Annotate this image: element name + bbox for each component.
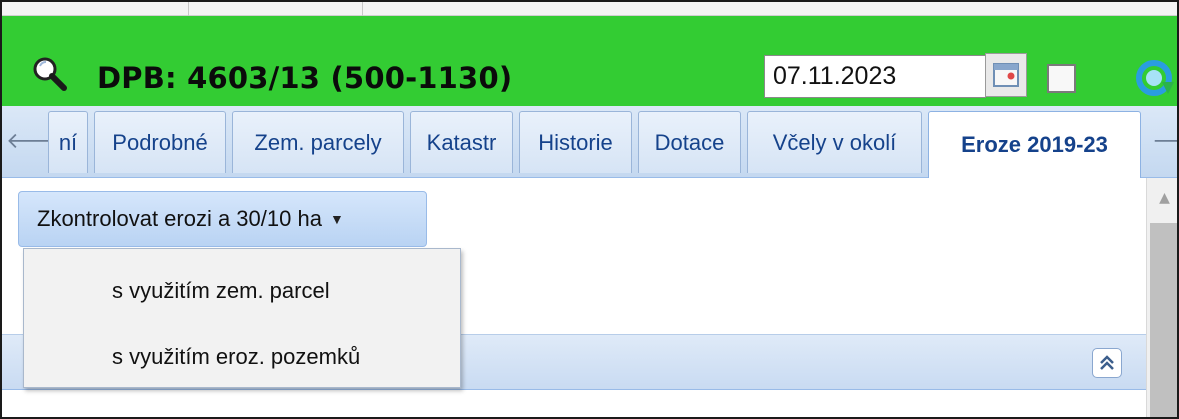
tab-podrobne[interactable]: Podrobné: [94, 111, 226, 173]
tab-label: ní: [58, 129, 78, 155]
scroll-thumb[interactable]: [1150, 223, 1177, 417]
divider: [362, 2, 363, 16]
collapse-button[interactable]: [1092, 348, 1122, 378]
search-icon[interactable]: [30, 54, 70, 94]
tab-katastr[interactable]: Katastr: [410, 111, 513, 173]
tab-label: Dotace: [654, 129, 725, 155]
tab-label: Zem. parcely: [254, 129, 382, 155]
tab-label: Eroze 2019-23: [961, 132, 1108, 157]
app-window: DPB: 4603/13 (500-1130) 🡐 ní Podrobné Ze…: [0, 0, 1179, 419]
refresh-icon[interactable]: [1132, 56, 1176, 100]
tab-historie[interactable]: Historie: [519, 111, 632, 173]
tab-bar: 🡐 ní Podrobné Zem. parcely Katastr Histo…: [2, 106, 1177, 178]
calendar-button[interactable]: [985, 53, 1027, 97]
scroll-up-icon[interactable]: ▲: [1147, 178, 1177, 218]
menu-item-label: s využitím zem. parcel: [112, 278, 330, 303]
date-input[interactable]: [765, 56, 983, 97]
arrow-left-icon[interactable]: 🡐: [6, 130, 65, 154]
dropdown-menu: s využitím zem. parcel s využitím eroz. …: [23, 248, 461, 388]
tab-dotace[interactable]: Dotace: [638, 111, 741, 173]
arrow-right-icon[interactable]: 🡒: [1152, 130, 1177, 154]
vertical-scrollbar[interactable]: ▲: [1146, 178, 1177, 417]
tab-label: Podrobné: [112, 129, 208, 155]
tab-vcely-v-okoli[interactable]: Včely v okolí: [747, 111, 922, 173]
page-title: DPB: 4603/13 (500-1130): [97, 61, 513, 95]
menu-item-eroz-pozemku[interactable]: s využitím eroz. pozemků: [24, 329, 460, 385]
filter-checkbox[interactable]: [1047, 64, 1076, 93]
tab-label: Katastr: [426, 129, 497, 155]
tab-previous-partial[interactable]: ní: [48, 111, 88, 173]
top-strip: [2, 2, 1177, 16]
menu-item-label: s využitím eroz. pozemků: [112, 344, 361, 369]
tab-label: Historie: [538, 129, 613, 155]
menu-item-zem-parcel[interactable]: s využitím zem. parcel: [24, 263, 460, 319]
header-bar: DPB: 4603/13 (500-1130): [2, 16, 1177, 106]
tab-label: Včely v okolí: [772, 129, 897, 155]
tab-eroze-2019-23[interactable]: Eroze 2019-23: [928, 111, 1141, 178]
caret-down-icon: ▼: [329, 211, 344, 227]
double-chevron-up-icon: [1100, 355, 1114, 370]
tab-zem-parcely[interactable]: Zem. parcely: [232, 111, 404, 173]
check-erosion-button[interactable]: Zkontrolovat erozi a 30/10 ha ▼: [18, 191, 427, 247]
divider: [188, 2, 189, 16]
calendar-icon: [993, 63, 1019, 87]
date-field[interactable]: [764, 55, 986, 98]
button-label: Zkontrolovat erozi a 30/10 ha: [37, 206, 322, 231]
